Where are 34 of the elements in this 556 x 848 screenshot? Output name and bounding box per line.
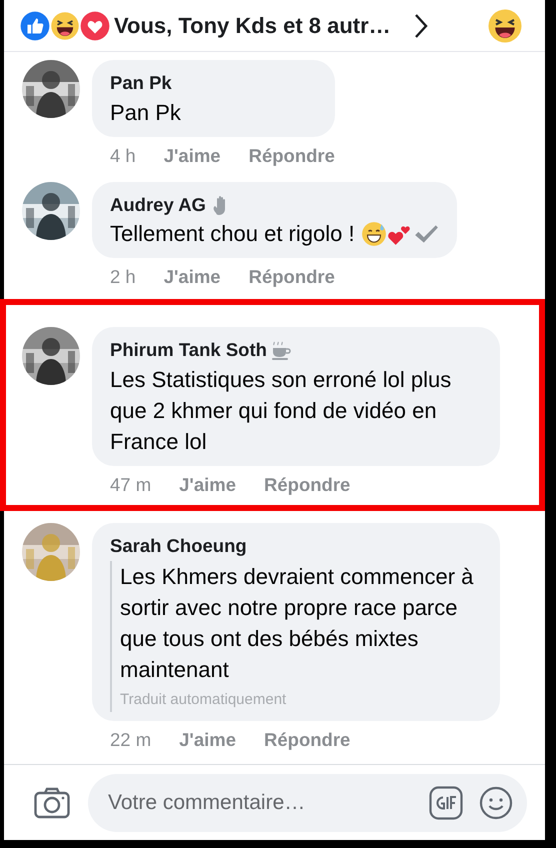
like-link[interactable]: J'aime xyxy=(164,142,221,170)
comment-time: 2 h xyxy=(110,265,136,290)
translation-note[interactable]: Traduit automatiquement xyxy=(120,689,482,712)
reaction-summary[interactable]: Vous, Tony Kds et 8 autr… xyxy=(114,9,391,42)
comment-text: Pan Pk xyxy=(110,98,182,127)
author-name[interactable]: Phirum Tank Soth xyxy=(110,336,267,364)
comment-field[interactable]: Votre commentaire… xyxy=(106,786,413,820)
cup-icon xyxy=(270,338,293,361)
laughing-icon xyxy=(50,10,80,40)
reply-link[interactable]: Répondre xyxy=(264,726,350,754)
love-icon xyxy=(80,10,110,40)
author-name[interactable]: Sarah Choeung xyxy=(110,532,247,560)
author-name[interactable]: Audrey AG xyxy=(110,190,206,218)
comment-text: Les Khmers devraient commencer à sortir avec notre propre race parce que tous ont des bébés mixtes maintenant xyxy=(120,563,474,684)
comment-text: Tellement chou et rigolo ! xyxy=(110,220,355,248)
like-link[interactable]: J'aime xyxy=(179,470,236,498)
grinning-sweat-icon xyxy=(360,220,387,247)
camera-icon[interactable] xyxy=(34,786,70,818)
author-name[interactable]: Pan Pk xyxy=(110,69,172,97)
reply-link[interactable]: Répondre xyxy=(264,470,350,498)
comment-time: 22 m xyxy=(110,728,152,752)
comment-time: 47 m xyxy=(110,472,152,497)
gif-icon[interactable] xyxy=(429,786,463,820)
emoji-icon[interactable] xyxy=(479,786,513,820)
laughing-icon[interactable] xyxy=(487,8,523,44)
comment-bar[interactable]: Votre commentaire… xyxy=(88,774,527,832)
like-link[interactable]: J'aime xyxy=(179,726,236,754)
like-link[interactable]: J'aime xyxy=(164,263,221,291)
reply-link[interactable]: Répondre xyxy=(248,263,335,291)
reply-link[interactable]: Répondre xyxy=(248,142,335,170)
chevron-right-icon[interactable] xyxy=(412,12,429,38)
comment-text: Les Statistiques son erroné lol plus que 2 khmer qui fond de vidéo en France lol xyxy=(110,366,452,456)
comment-time: 4 h xyxy=(110,144,136,168)
like-icon xyxy=(20,10,50,40)
